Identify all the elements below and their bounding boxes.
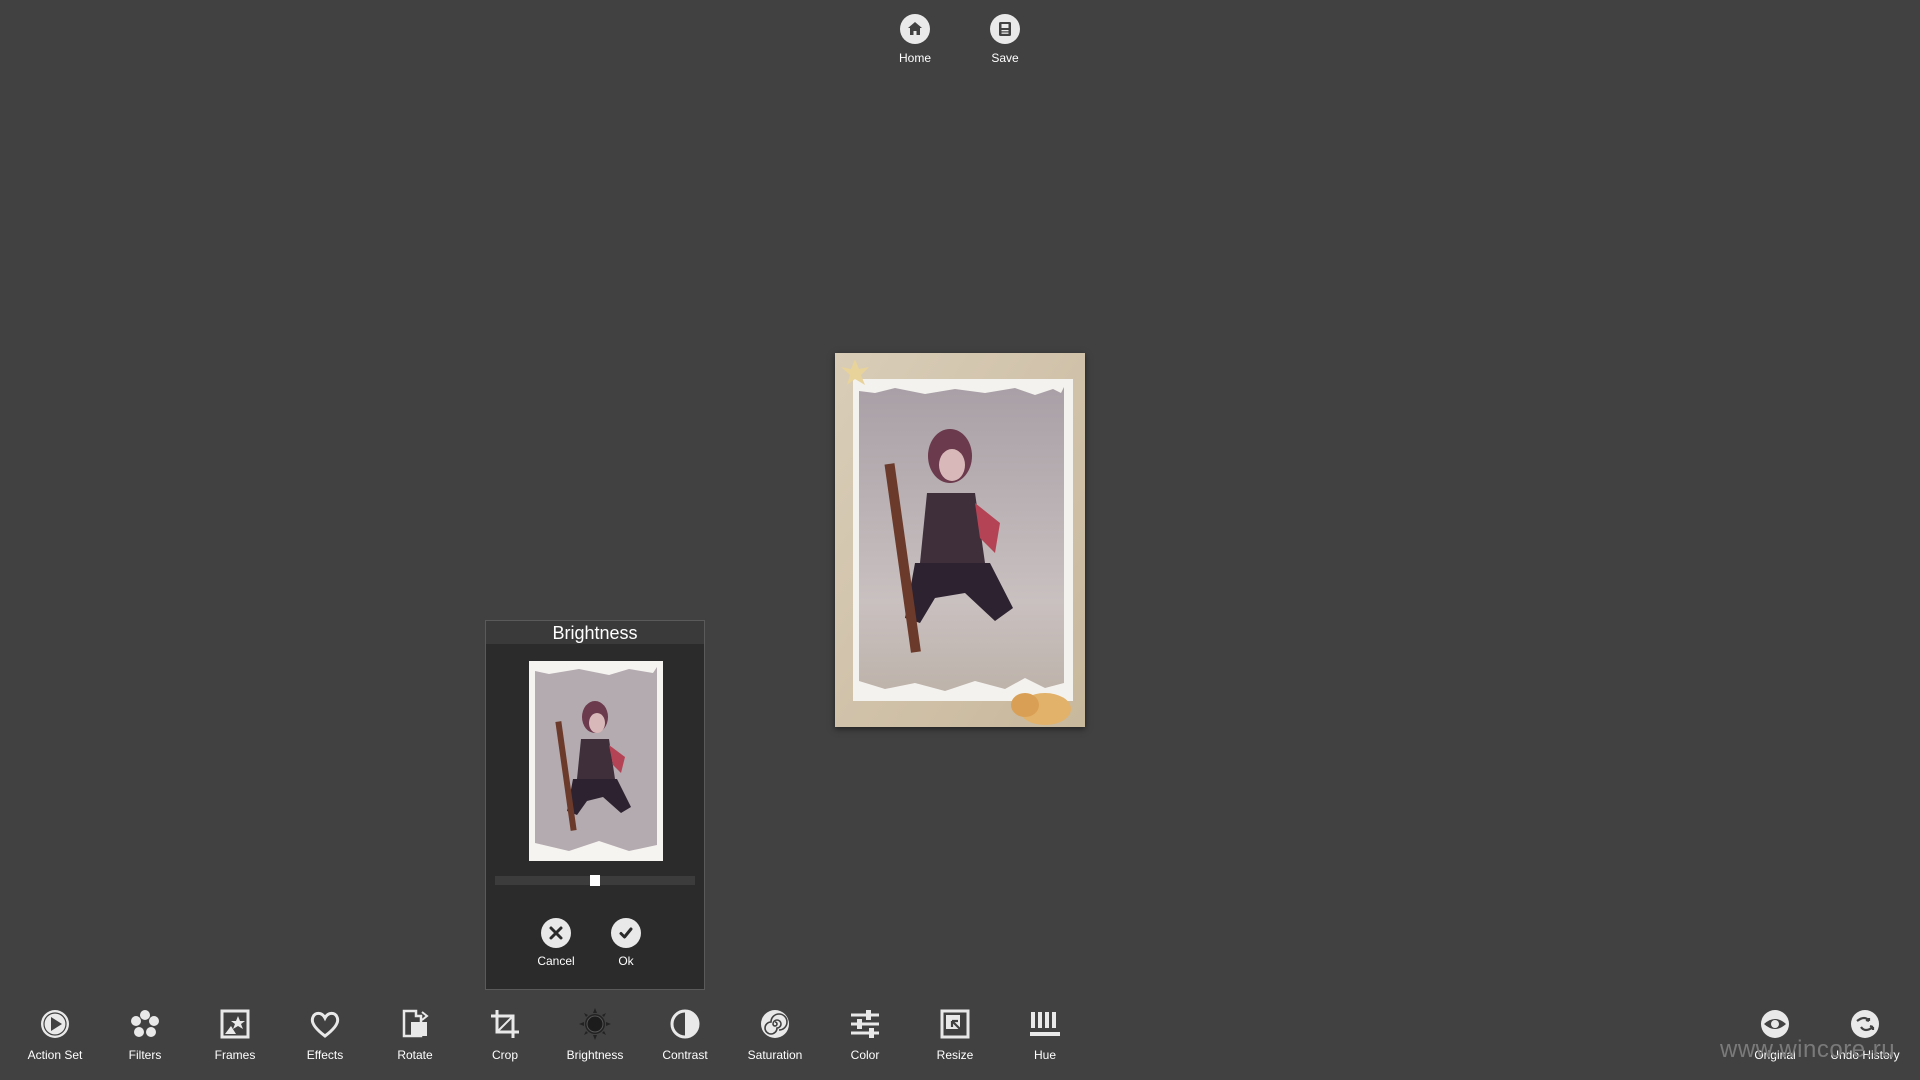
top-app-bar: Home Save: [0, 0, 1920, 90]
cancel-button[interactable]: Cancel: [526, 918, 586, 968]
home-icon: [900, 14, 930, 44]
checkmark-icon: [611, 918, 641, 948]
tool-color[interactable]: Color: [825, 1006, 905, 1062]
save-icon: [990, 14, 1020, 44]
save-button[interactable]: Save: [965, 14, 1045, 65]
main-photo-canvas: [835, 353, 1085, 727]
tool-label: Hue: [1033, 1048, 1056, 1062]
bottom-app-bar: Action Set Filters Frames Effects Rotate…: [0, 1000, 1920, 1080]
tool-label: Crop: [491, 1048, 518, 1062]
sun-icon: [577, 1006, 613, 1042]
brightness-slider[interactable]: [495, 875, 695, 886]
tool-label: Color: [850, 1048, 880, 1062]
framed-photo-image: [835, 353, 1085, 727]
watermark-text: www.wincore.ru: [1720, 1036, 1896, 1063]
contrast-icon: [667, 1006, 703, 1042]
rotate-icon: [397, 1006, 433, 1042]
cancel-label: Cancel: [537, 954, 575, 968]
tool-rotate[interactable]: Rotate: [375, 1006, 455, 1062]
tool-effects[interactable]: Effects: [285, 1006, 365, 1062]
tool-hue[interactable]: Hue: [1005, 1006, 1085, 1062]
tool-label: Brightness: [566, 1048, 624, 1062]
panel-title: Brightness: [486, 621, 704, 644]
tool-filters[interactable]: Filters: [105, 1006, 185, 1062]
tool-action-set[interactable]: Action Set: [15, 1006, 95, 1062]
crop-icon: [487, 1006, 523, 1042]
brightness-slider-thumb[interactable]: [590, 875, 600, 886]
sliders-icon: [847, 1006, 883, 1042]
tool-label: Effects: [306, 1048, 344, 1062]
tool-label: Contrast: [662, 1048, 708, 1062]
close-icon: [541, 918, 571, 948]
hue-bars-icon: [1027, 1006, 1063, 1042]
brightness-panel: Brightness Cancel Ok: [485, 620, 705, 990]
tool-label: Frames: [214, 1048, 256, 1062]
tool-frames[interactable]: Frames: [195, 1006, 275, 1062]
ok-button[interactable]: Ok: [596, 918, 656, 968]
tool-saturation[interactable]: Saturation: [735, 1006, 815, 1062]
tool-label: Saturation: [747, 1048, 803, 1062]
play-circle-icon: [37, 1006, 73, 1042]
resize-icon: [937, 1006, 973, 1042]
tool-label: Resize: [936, 1048, 974, 1062]
flower-icon: [127, 1006, 163, 1042]
heart-icon: [307, 1006, 343, 1042]
tool-resize[interactable]: Resize: [915, 1006, 995, 1062]
tool-label: Filters: [128, 1048, 162, 1062]
tool-crop[interactable]: Crop: [465, 1006, 545, 1062]
tool-label: Action Set: [27, 1048, 83, 1062]
spiral-icon: [757, 1006, 793, 1042]
frame-star-icon: [217, 1006, 253, 1042]
home-label: Home: [898, 51, 931, 65]
home-button[interactable]: Home: [875, 14, 955, 65]
save-label: Save: [991, 51, 1019, 65]
tool-contrast[interactable]: Contrast: [645, 1006, 725, 1062]
ok-label: Ok: [618, 954, 634, 968]
tool-label: Rotate: [397, 1048, 433, 1062]
tool-brightness[interactable]: Brightness: [555, 1006, 635, 1062]
brightness-preview-image: [529, 661, 663, 861]
